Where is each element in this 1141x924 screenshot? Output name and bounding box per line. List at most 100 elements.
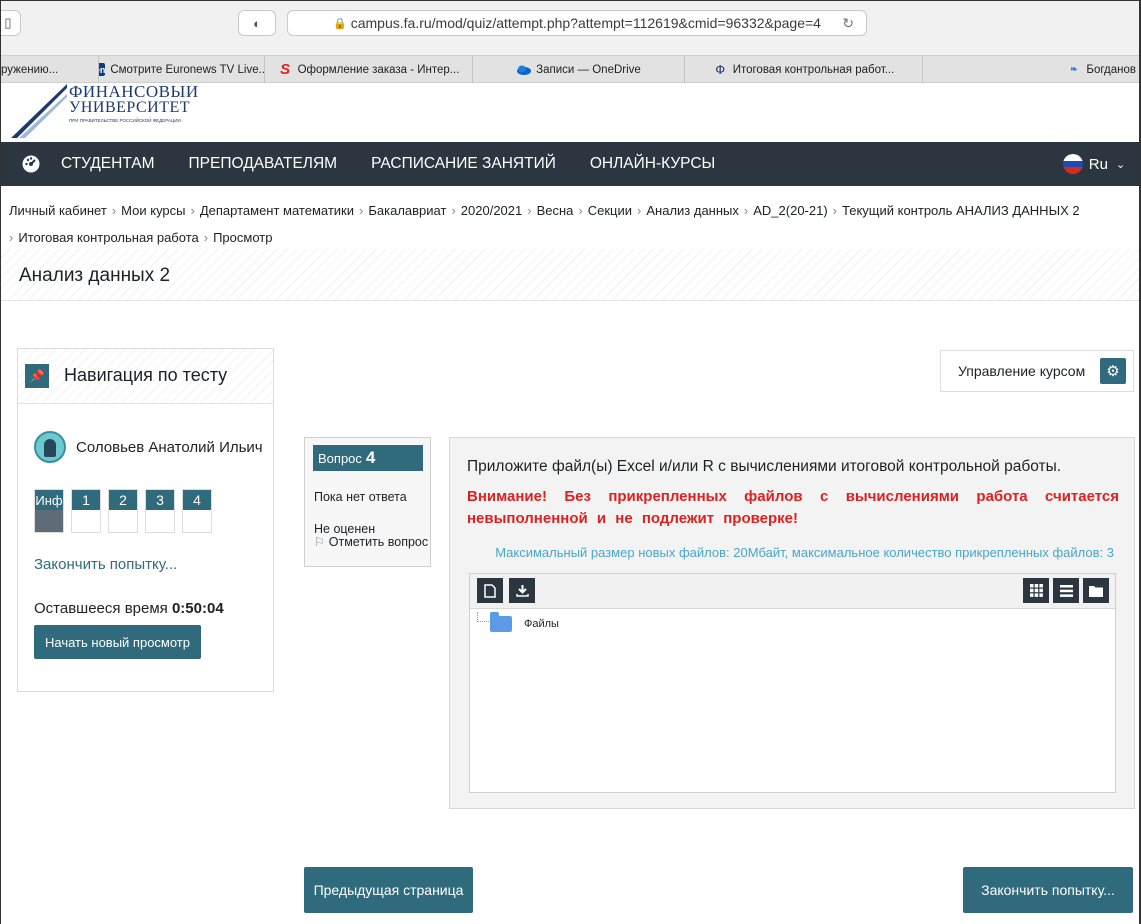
finish-attempt-link[interactable]: Закончить попытку... — [34, 556, 177, 573]
breadcrumb-item[interactable]: Секции — [588, 203, 632, 218]
breadcrumb-item[interactable]: Весна — [537, 203, 574, 218]
add-file-button[interactable] — [477, 578, 503, 603]
view-tree-button[interactable] — [1083, 578, 1109, 603]
breadcrumb-item[interactable]: Личный кабинет — [9, 203, 107, 218]
language-selector[interactable]: Ru ⌄ — [1054, 142, 1134, 186]
nav-schedule[interactable]: РАСПИСАНИЕ ЗАНЯТИЙ — [371, 155, 556, 173]
flag-question-link[interactable]: ⚐ Отметить вопрос — [314, 535, 428, 549]
tab-label: Итоговая контрольная работ... — [732, 63, 895, 76]
question-button-3[interactable]: 3 — [145, 489, 175, 533]
address-bar[interactable]: 🔒 campus.fa.ru/mod/quiz/attempt.php?atte… — [287, 10, 867, 36]
logo-text-line3: ПРИ ПРАВИТЕЛЬСТВЕ РОССИЙСКОЙ ФЕДЕРАЦИИ — [69, 118, 181, 123]
view-list-button[interactable] — [1053, 578, 1079, 603]
previous-page-button[interactable]: Предыдущая страница — [304, 867, 473, 913]
chevron-right-icon: › — [743, 203, 749, 218]
folder-item[interactable]: Файлы — [490, 612, 559, 632]
sidebar-icon: ▯ — [4, 15, 12, 30]
question-button-4[interactable]: 4 — [182, 489, 212, 533]
folder-label: Файлы — [524, 618, 559, 630]
browser-window: ▯ ◐ 🔒 campus.fa.ru/mod/quiz/attempt.php?… — [0, 0, 1141, 924]
chevron-right-icon: › — [203, 230, 209, 245]
main-navbar: СТУДЕНТАМ ПРЕПОДАВАТЕЛЯМ РАСПИСАНИЕ ЗАНЯ… — [1, 142, 1139, 186]
browser-tab-active[interactable]: Ф Итоговая контрольная работ... — [685, 56, 923, 83]
browser-tab[interactable]: en Смотрите Euronews TV Live... — [99, 56, 265, 83]
language-label: Ru — [1088, 155, 1108, 173]
user-name[interactable]: Соловьев Анатолий Ильич — [76, 439, 263, 456]
breadcrumb-item[interactable]: Бакалавриат — [368, 203, 446, 218]
start-new-preview-button[interactable]: Начать новый просмотр — [34, 625, 201, 659]
question-button-1[interactable]: 1 — [71, 489, 101, 533]
question-content: Приложите файл(ы) Excel и/или R с вычисл… — [449, 437, 1135, 809]
page-title: Анализ данных 2 — [19, 265, 171, 286]
fa-logo-icon: Ф — [715, 62, 726, 77]
breadcrumb-item[interactable]: Итоговая контрольная работа — [18, 230, 198, 245]
breadcrumb-item[interactable]: Департамент математики — [200, 203, 354, 218]
tree-connector — [477, 612, 489, 622]
tab-label: ружению... — [1, 63, 59, 76]
breadcrumb-item[interactable]: Анализ данных — [646, 203, 739, 218]
tab-label: Записи — OneDrive — [536, 63, 641, 76]
dashboard-icon — [22, 155, 40, 173]
browser-tab[interactable]: ружению... — [1, 56, 99, 83]
question-info: Вопрос 4 Пока нет ответа Не оценен ⚐ Отм… — [304, 437, 431, 567]
euronews-icon: en — [99, 63, 106, 76]
download-icon — [515, 585, 529, 597]
reload-icon[interactable]: ↻ — [842, 15, 854, 32]
breadcrumb-item[interactable]: Мои курсы — [121, 203, 185, 218]
question-label: Вопрос — [318, 450, 362, 466]
tab-label: Богданов — [1086, 63, 1136, 76]
question-button-label: 3 — [146, 490, 174, 510]
sidebar-toggle-button[interactable]: ▯ — [1, 10, 21, 36]
breadcrumb-item[interactable]: AD_2(20-21) — [753, 203, 827, 218]
nav-students[interactable]: СТУДЕНТАМ — [61, 155, 155, 173]
file-limits: Максимальный размер новых файлов: 20Мбай… — [495, 545, 1114, 560]
question-button-info[interactable]: Инф — [34, 489, 64, 533]
user-info: Соловьев Анатолий Ильич — [34, 431, 263, 463]
nav-teachers[interactable]: ПРЕПОДАВАТЕЛЯМ — [189, 155, 338, 173]
course-admin-label: Управление курсом — [958, 363, 1086, 379]
logo-text-line2: УНИВЕРСИТЕТ — [69, 99, 191, 116]
nav-online-courses[interactable]: ОНЛАЙН-КУРСЫ — [590, 155, 715, 173]
flag-icon: ⚐ — [314, 535, 325, 549]
chevron-down-icon: ⌄ — [1115, 158, 1126, 171]
browser-tab[interactable]: ❧ Богданов — [923, 56, 1139, 83]
chevron-right-icon: › — [9, 230, 14, 245]
gear-icon[interactable]: ⚙ — [1100, 358, 1126, 384]
breadcrumb-item[interactable]: Просмотр — [213, 230, 272, 245]
logo-text-line1: ФИНАНСОВЫЙ — [69, 85, 199, 97]
privacy-shield-button[interactable]: ◐ — [238, 10, 276, 36]
breadcrumb-item[interactable]: 2020/2021 — [461, 203, 522, 218]
file-manager: Файлы — [469, 573, 1116, 793]
browser-tab[interactable]: S Оформление заказа - Интер... — [265, 56, 473, 83]
question-warning: Внимание! Без прикрепленных файлов с выч… — [467, 488, 1119, 527]
university-logo-icon[interactable] — [9, 84, 69, 140]
browser-tab[interactable]: Записи — OneDrive — [473, 56, 685, 83]
browser-toolbar: ▯ ◐ 🔒 campus.fa.ru/mod/quiz/attempt.php?… — [1, 1, 1139, 55]
block-header: 📌 Навигация по тесту — [18, 349, 273, 404]
browser-tabs: ружению... en Смотрите Euronews TV Live.… — [1, 55, 1139, 83]
question-text: Приложите файл(ы) Excel и/или R с вычисл… — [467, 458, 1062, 475]
chevron-right-icon: › — [637, 203, 642, 218]
breadcrumb-item[interactable]: Текущий контроль АНАЛИЗ ДАННЫХ 2 — [842, 203, 1080, 218]
nav-home-button[interactable] — [1, 142, 61, 186]
chevron-right-icon: › — [578, 203, 583, 218]
chevron-right-icon: › — [359, 203, 364, 218]
course-admin-menu[interactable]: Управление курсом ⚙ — [940, 350, 1134, 392]
s-logo-icon: S — [280, 61, 291, 78]
lock-icon: 🔒 — [333, 17, 347, 30]
download-button[interactable] — [509, 578, 535, 603]
finish-attempt-button[interactable]: Закончить попытку... — [963, 867, 1133, 913]
view-icons-button[interactable] — [1023, 578, 1049, 603]
question-number-value: 4 — [365, 448, 376, 467]
chevron-right-icon: › — [190, 203, 195, 218]
pin-icon[interactable]: 📌 — [25, 364, 49, 388]
folder-icon — [490, 612, 512, 632]
question-button-label: 2 — [109, 490, 137, 510]
avatar[interactable] — [34, 431, 66, 463]
chevron-right-icon: › — [832, 203, 838, 218]
page-header — [1, 249, 1139, 301]
time-label: Оставшееся время — [34, 600, 168, 617]
leaf-icon: ❧ — [1070, 64, 1078, 74]
shield-icon: ◐ — [253, 15, 261, 31]
question-button-2[interactable]: 2 — [108, 489, 138, 533]
